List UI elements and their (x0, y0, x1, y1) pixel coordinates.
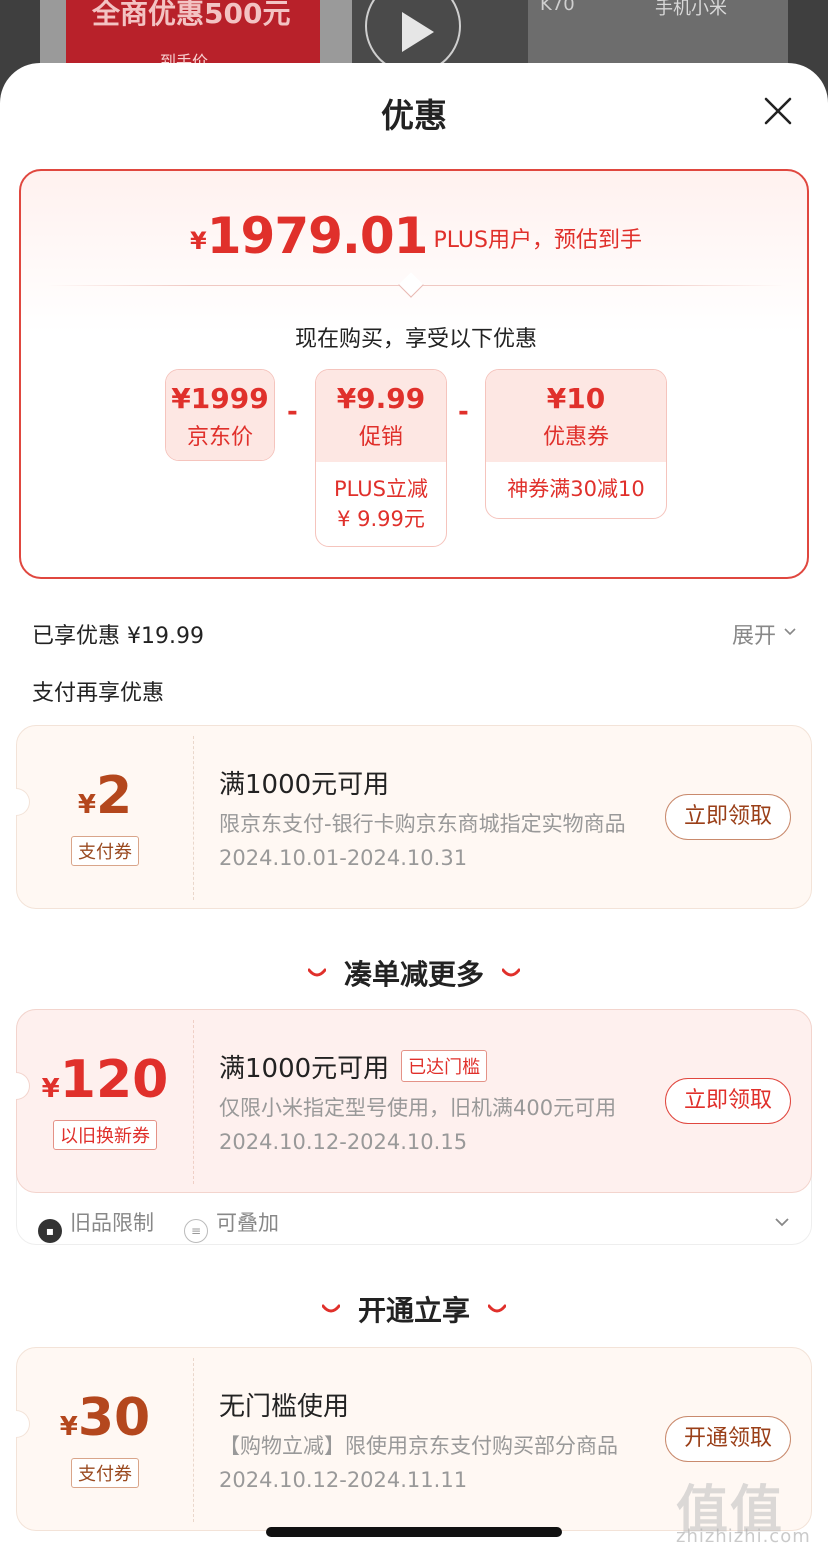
coupon-amount: ¥10 (546, 382, 606, 415)
promotion-detail-line2: ¥ 9.99元 (337, 507, 425, 531)
price-note: PLUS用户，预估到手 (433, 228, 642, 253)
background-model-text: K70 (540, 0, 575, 15)
section-activate-heading: 开通立享 (0, 1289, 828, 1329)
promotion-detail-line1: PLUS立减 (333, 477, 429, 501)
expand-button[interactable]: 展开 (732, 618, 776, 650)
coupon-title: 满1000元可用 (219, 770, 390, 800)
coupon-description: 限京东支付-银行卡购京东商城指定实物商品 (219, 812, 626, 836)
jd-price-label: 京东价 (186, 425, 253, 450)
chevron-down-icon[interactable] (774, 1217, 790, 1227)
coupon-validity: 2024.10.12-2024.11.11 (219, 1468, 468, 1492)
enjoyed-discount: 已享优惠 ¥19.99 (32, 624, 204, 649)
coupon-currency: ¥ (77, 790, 96, 820)
jd-price-amount: ¥1999 (171, 382, 269, 415)
coupon-type-tag: 支付券 (17, 836, 193, 866)
coupon-validity: 2024.10.01-2024.10.31 (219, 846, 468, 870)
promotion-amount: ¥9.99 (336, 382, 426, 415)
watermark-url: zhizhizhi.com (676, 1526, 811, 1547)
coupon-amount: 30 (77, 1388, 151, 1448)
price-value: 1979.01 (206, 207, 429, 265)
coupon-value: ¥120 (17, 1050, 193, 1110)
estimated-price: ¥1979.01 PLUS用户，预估到手 (21, 207, 811, 265)
close-icon[interactable] (760, 93, 796, 129)
minus-sign: - (287, 397, 298, 427)
payment-coupon-card: ¥2 支付券 满1000元可用 限京东支付-银行卡购京东商城指定实物商品 202… (16, 725, 812, 909)
coupon-value: ¥30 (17, 1388, 193, 1448)
minus-sign: - (458, 397, 469, 427)
restriction-icon: ▪ (38, 1219, 62, 1243)
smile-deco-icon (488, 1304, 506, 1313)
promotion-label: 促销 (358, 425, 403, 450)
feature-label: 可叠加 (216, 1211, 279, 1235)
home-indicator[interactable] (266, 1527, 562, 1537)
sheet-title: 优惠 (381, 96, 447, 135)
coupon-validity: 2024.10.12-2024.10.15 (219, 1130, 468, 1154)
background-category-text: 手机小米 (655, 0, 727, 19)
activate-claim-button[interactable]: 开通领取 (665, 1416, 791, 1462)
jd-price-box: ¥1999 京东价 (165, 369, 275, 461)
coupon-currency: ¥ (41, 1074, 60, 1104)
estimated-price-card: ¥1979.01 PLUS用户，预估到手 现在购买，享受以下优惠 ¥1999 京东… (19, 169, 809, 579)
buy-now-text: 现在购买，享受以下优惠 (294, 327, 537, 352)
coupon-title-text: 满1000元可用 (219, 1054, 390, 1084)
smile-deco-icon (321, 1304, 340, 1313)
claim-button[interactable]: 立即领取 (665, 794, 791, 840)
coupon-amount: 2 (95, 766, 133, 826)
feature-old-item-limit: ▪ 旧品限制 (38, 1207, 154, 1243)
coupon-value: ¥2 (17, 766, 193, 826)
chevron-down-icon[interactable] (784, 628, 796, 636)
coupon-type-tag: 以旧换新券 (17, 1120, 193, 1150)
coupon-title: 无门槛使用 (219, 1392, 350, 1422)
coupon-type-label: 支付券 (71, 836, 139, 866)
feature-label: 旧品限制 (70, 1211, 154, 1235)
coupon-description: 仅限小米指定型号使用，旧机满400元可用 (219, 1096, 617, 1120)
price-currency: ¥ (190, 227, 207, 255)
coupon-type-label: 支付券 (71, 1458, 139, 1488)
stack-icon: ≡ (184, 1219, 208, 1243)
coupon-title: 满1000元可用 已达门槛 (219, 1048, 488, 1085)
smile-deco-icon (307, 968, 326, 977)
coupon-type-tag: 支付券 (17, 1458, 193, 1488)
section-combine-title: 凑单减更多 (343, 958, 484, 991)
section-combine-heading: 凑单减更多 (0, 953, 828, 993)
divider-arrow-icon (398, 272, 424, 298)
section-activate-title: 开通立享 (357, 1294, 470, 1327)
coupon-detail: 神券满30减10 (507, 477, 645, 501)
coupon-amount: 120 (59, 1050, 169, 1110)
claim-button[interactable]: 立即领取 (665, 1078, 791, 1124)
discount-sheet: 优惠 ¥1979.01 PLUS用户，预估到手 现在购买，享受以下优惠 ¥1999… (0, 63, 828, 1553)
coupon-type-label: 以旧换新券 (53, 1120, 157, 1150)
pay-more-heading: 支付再享优惠 (32, 681, 165, 706)
coupon-separator (193, 736, 194, 900)
coupon-separator (193, 1020, 194, 1184)
coupon-label: 优惠券 (542, 425, 609, 450)
background-promo-text: 全商优惠500元 (92, 0, 291, 30)
feature-stackable: ≡ 可叠加 (184, 1207, 279, 1243)
coupon-description: 【购物立减】限使用京东支付购买部分商品 (219, 1434, 618, 1458)
play-icon[interactable] (402, 12, 434, 52)
coupon-separator (193, 1358, 194, 1522)
smile-deco-icon (502, 968, 520, 977)
threshold-reached-badge: 已达门槛 (401, 1050, 488, 1082)
promotion-box: ¥9.99 促销 PLUS立减 ¥ 9.99元 (315, 369, 447, 547)
coupon-box: ¥10 优惠券 神券满30减10 (485, 369, 667, 519)
trade-in-coupon-card: ¥120 以旧换新券 满1000元可用 已达门槛 仅限小米指定型号使用，旧机满40… (16, 1009, 812, 1193)
coupon-currency: ¥ (59, 1412, 78, 1442)
